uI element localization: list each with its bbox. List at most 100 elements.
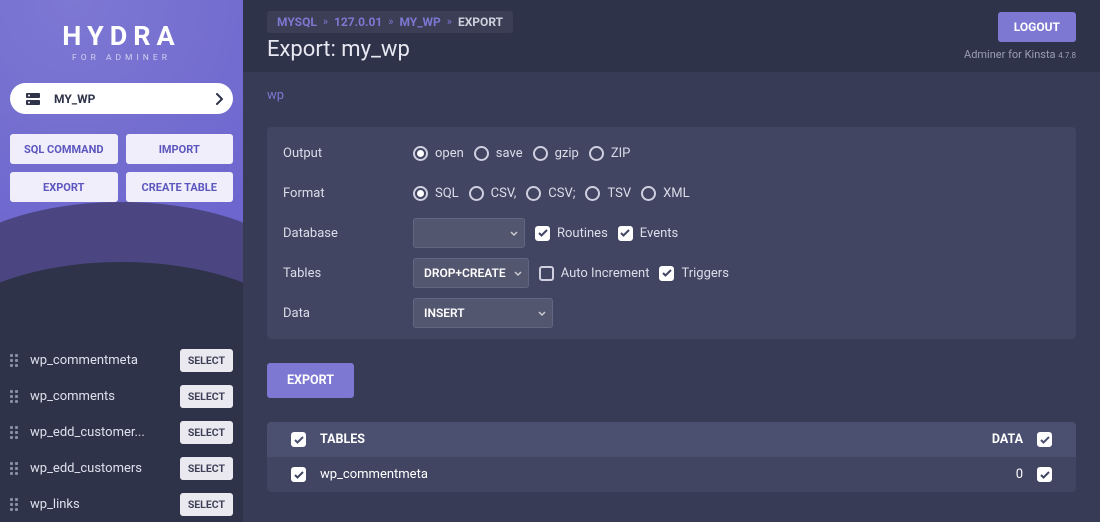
crumb-sep: » (447, 15, 452, 28)
routines-label: Routines (557, 226, 608, 241)
drag-handle-icon[interactable] (10, 462, 22, 475)
output-option-label: open (435, 146, 464, 161)
triggers-label: Triggers (681, 266, 728, 281)
data-select-value: INSERT (424, 306, 465, 320)
sidebar-table-row: wp_comments SELECT (10, 378, 233, 414)
database-name: MY_WP (54, 92, 95, 106)
output-radio[interactable]: open (413, 146, 464, 161)
sidebar-table-row: wp_edd_customers SELECT (10, 450, 233, 486)
drag-handle-icon[interactable] (10, 390, 22, 403)
data-head-label: DATA (992, 432, 1023, 447)
crumb-host[interactable]: 127.0.01 (334, 15, 382, 29)
autoincrement-label: Auto Increment (561, 266, 650, 281)
output-option-label: gzip (555, 146, 579, 161)
drag-handle-icon[interactable] (10, 426, 22, 439)
tables-master-checkbox[interactable] (291, 432, 306, 447)
select-button[interactable]: SELECT (180, 457, 233, 480)
topbar: MYSQL » 127.0.01 » MY_WP » EXPORT Export… (243, 0, 1100, 72)
select-button[interactable]: SELECT (180, 493, 233, 516)
database-icon (26, 93, 40, 105)
export-button-side[interactable]: EXPORT (10, 172, 118, 202)
table-name[interactable]: wp_comments (30, 389, 115, 404)
row-database: Database Routines Events (267, 213, 1076, 253)
table-row: wp_commentmeta 0 (267, 457, 1076, 492)
table-row-name: wp_commentmeta (320, 467, 428, 482)
context-link[interactable]: wp (267, 88, 284, 103)
tables-label: Tables (283, 266, 413, 281)
database-select[interactable] (413, 218, 525, 248)
row-output: Output open save gzip ZIP (267, 133, 1076, 173)
row-tables: Tables DROP+CREATE Auto Increment (267, 253, 1076, 293)
output-radio[interactable]: save (474, 146, 523, 161)
format-radio[interactable]: XML (641, 186, 690, 201)
chevron-down-icon (538, 306, 546, 320)
table-row-data-checkbox[interactable] (1037, 467, 1052, 482)
tables-head-label: TABLES (320, 432, 365, 447)
content: wp Output open save gzip ZIP Format SQL CSV,… (243, 72, 1100, 522)
format-radio[interactable]: TSV (585, 186, 631, 201)
crumb-current: EXPORT (458, 15, 503, 29)
format-option-label: CSV; (548, 186, 575, 201)
crumb-database[interactable]: MY_WP (399, 15, 440, 29)
tables-section-head: TABLES DATA (267, 422, 1076, 457)
sidebar-actions: SQL COMMAND IMPORT EXPORT CREATE TABLE (10, 134, 233, 202)
crumb-mysql[interactable]: MYSQL (277, 15, 317, 29)
main: MYSQL » 127.0.01 » MY_WP » EXPORT Export… (243, 0, 1100, 522)
database-selector[interactable]: MY_WP (10, 83, 233, 114)
table-name[interactable]: wp_edd_customer... (30, 425, 145, 440)
sidebar: HYDRA FOR ADMINER MY_WP SQL COMMAND IMPO… (0, 0, 243, 522)
output-radio[interactable]: ZIP (589, 146, 631, 161)
output-label: Output (283, 146, 413, 161)
table-row-data: 0 (1016, 467, 1023, 482)
footer-brand: Adminer for Kinsta 4.7.8 (964, 48, 1076, 61)
table-name[interactable]: wp_edd_customers (30, 461, 142, 476)
format-radio[interactable]: CSV; (526, 186, 575, 201)
select-button[interactable]: SELECT (180, 385, 233, 408)
chevron-right-icon (215, 93, 223, 105)
row-data: Data INSERT (267, 293, 1076, 333)
table-name[interactable]: wp_links (30, 497, 80, 512)
table-name[interactable]: wp_commentmeta (30, 353, 138, 368)
output-radio[interactable]: gzip (533, 146, 579, 161)
breadcrumb: MYSQL » 127.0.01 » MY_WP » EXPORT (267, 11, 513, 33)
data-select[interactable]: INSERT (413, 298, 553, 328)
output-option-label: ZIP (611, 146, 631, 161)
drag-handle-icon[interactable] (10, 354, 22, 367)
events-label: Events (640, 226, 678, 241)
drag-handle-icon[interactable] (10, 498, 22, 511)
format-option-label: SQL (435, 186, 459, 201)
sidebar-table-row: wp_edd_customer... SELECT (10, 414, 233, 450)
footer-brand-text: Adminer for Kinsta (964, 48, 1056, 61)
format-label: Format (283, 186, 413, 201)
crumb-sep: » (388, 15, 393, 28)
sidebar-table-row: wp_commentmeta SELECT (10, 342, 233, 378)
events-checkbox[interactable]: Events (618, 226, 678, 241)
autoincrement-checkbox[interactable]: Auto Increment (539, 266, 650, 281)
tables-select[interactable]: DROP+CREATE (413, 258, 529, 288)
format-option-label: CSV, (491, 186, 517, 201)
table-row-checkbox[interactable] (291, 467, 306, 482)
page-title: Export: my_wp (267, 37, 513, 62)
tables-section: TABLES DATA wp_commentmeta 0 (267, 422, 1076, 492)
triggers-checkbox[interactable]: Triggers (659, 266, 728, 281)
chevron-down-icon (514, 266, 522, 280)
crumb-sep: » (323, 15, 328, 28)
output-option-label: save (496, 146, 523, 161)
tables-select-value: DROP+CREATE (424, 266, 506, 280)
select-button[interactable]: SELECT (180, 349, 233, 372)
chevron-down-icon (510, 226, 518, 240)
export-options-panel: Output open save gzip ZIP Format SQL CSV, CSV… (267, 127, 1076, 339)
logout-button[interactable]: LOGOUT (998, 12, 1076, 42)
format-radio[interactable]: SQL (413, 186, 459, 201)
data-master-checkbox[interactable] (1037, 432, 1052, 447)
routines-checkbox[interactable]: Routines (535, 226, 608, 241)
sql-command-button[interactable]: SQL COMMAND (10, 134, 118, 164)
import-button[interactable]: IMPORT (126, 134, 234, 164)
export-submit-button[interactable]: EXPORT (267, 363, 354, 398)
select-button[interactable]: SELECT (180, 421, 233, 444)
format-radio[interactable]: CSV, (469, 186, 517, 201)
sidebar-table-list: wp_commentmeta SELECT wp_comments SELECT… (0, 342, 243, 522)
footer-version: 4.7.8 (1058, 51, 1076, 60)
create-table-button[interactable]: CREATE TABLE (126, 172, 234, 202)
logo: HYDRA FOR ADMINER (0, 0, 243, 79)
